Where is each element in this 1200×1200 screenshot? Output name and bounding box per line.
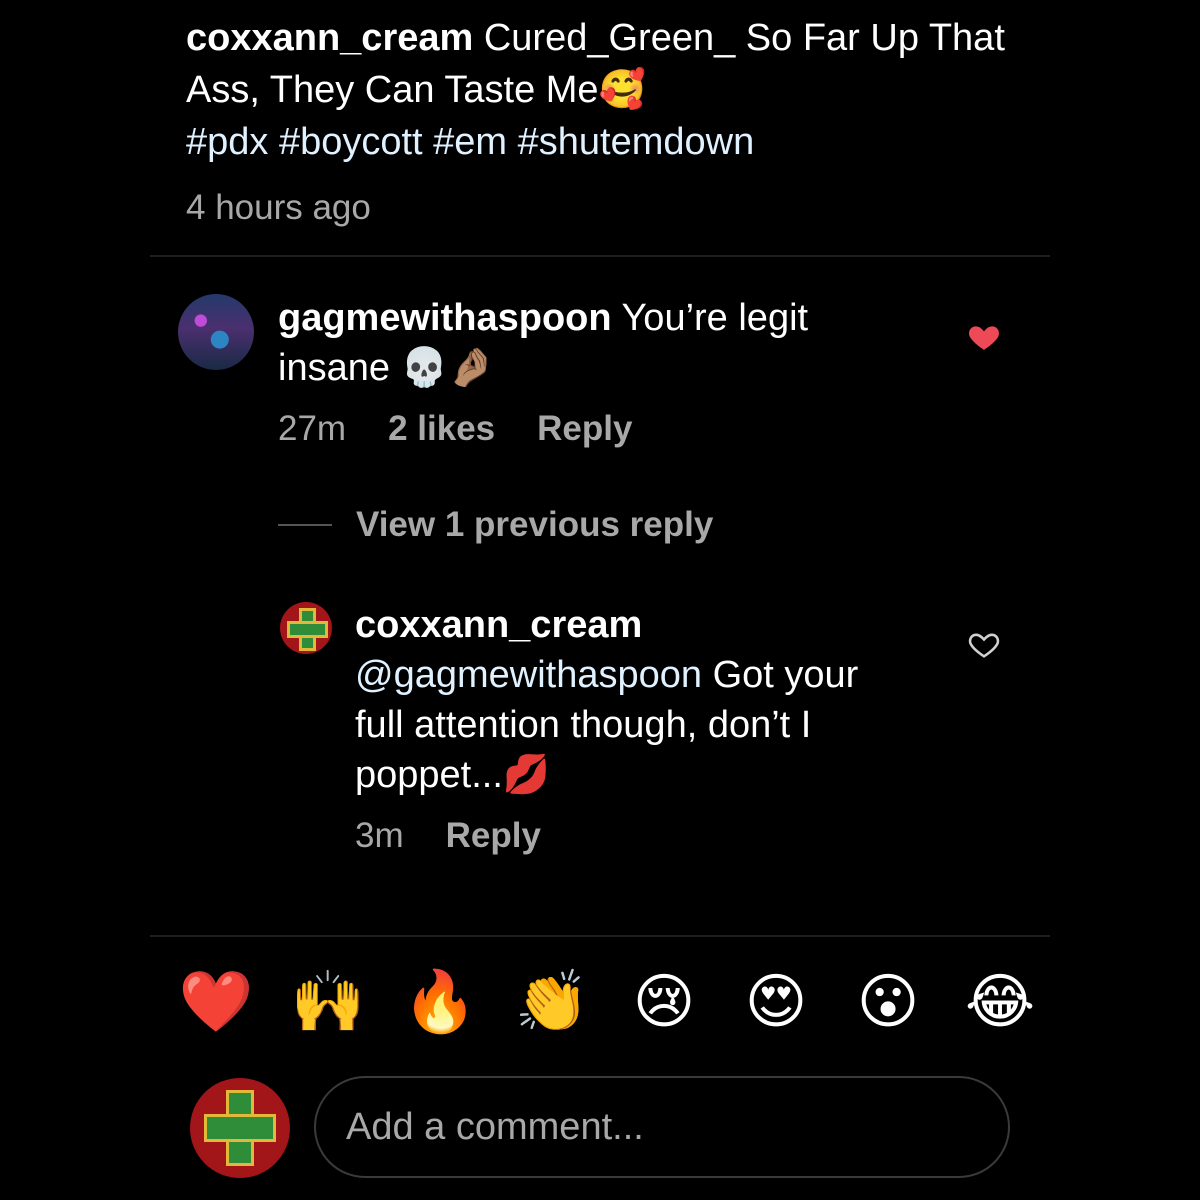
view-previous-replies[interactable]: View 1 previous reply	[278, 505, 713, 545]
heart-outline-icon[interactable]	[967, 628, 1001, 662]
laughing-emoji-button[interactable]: 😂	[962, 964, 1038, 1040]
comment-username[interactable]: gagmewithaspoon	[278, 297, 612, 339]
comments-screen: coxxann_cream Cured_Green_ So Far Up Tha…	[0, 0, 1200, 1200]
comment: gagmewithaspoon You’re legit insane 💀🤌🏽 …	[278, 293, 918, 449]
comment-time: 27m	[278, 409, 347, 448]
caption-username[interactable]: coxxann_cream	[186, 17, 473, 59]
comment-input[interactable]: Add a comment...	[314, 1076, 1010, 1178]
caption-hashtags[interactable]: #pdx #boycott #em #shutemdown	[186, 121, 754, 163]
post-caption: coxxann_cream Cured_Green_ So Far Up Tha…	[186, 12, 1066, 234]
caption-emoji: 🥰	[598, 69, 646, 111]
heart-filled-icon[interactable]	[967, 320, 1001, 354]
comment-input-placeholder: Add a comment...	[346, 1105, 644, 1148]
emoji-reaction-bar: ❤️ 🙌 🔥 👏 😢 😍 😮 😂	[178, 964, 1038, 1040]
comment-body: gagmewithaspoon You’re legit insane 💀🤌🏽	[278, 293, 918, 393]
caption-timestamp: 4 hours ago	[186, 188, 371, 227]
reply-mention[interactable]: @gagmewithaspoon	[355, 654, 702, 696]
avatar-image	[190, 1078, 290, 1178]
raised-hands-emoji-button[interactable]: 🙌	[290, 964, 366, 1040]
reply-time: 3m	[355, 816, 404, 855]
reply-comment: coxxann_cream @gagmewithaspoon Got your …	[355, 600, 915, 856]
clap-emoji-button[interactable]: 👏	[514, 964, 590, 1040]
heart-eyes-emoji-button[interactable]: 😍	[738, 964, 814, 1040]
divider	[150, 935, 1050, 937]
replies-line	[278, 524, 332, 526]
reply-username[interactable]: coxxann_cream	[355, 604, 642, 646]
fire-emoji-button[interactable]: 🔥	[402, 964, 478, 1040]
avatar-image	[178, 294, 254, 370]
avatar[interactable]	[280, 602, 332, 654]
user-avatar[interactable]	[190, 1078, 290, 1178]
heart-emoji-button[interactable]: ❤️	[178, 964, 254, 1040]
reply-meta: 3m Reply	[355, 816, 915, 856]
avatar-image	[280, 602, 332, 654]
comment-emoji: 💀🤌🏽	[400, 347, 496, 389]
comment-meta: 27m 2 likes Reply	[278, 409, 918, 449]
view-replies-label: View 1 previous reply	[356, 505, 714, 544]
avatar[interactable]	[178, 294, 254, 370]
crying-emoji-button[interactable]: 😢	[626, 964, 702, 1040]
reply-body: coxxann_cream @gagmewithaspoon Got your …	[355, 600, 915, 800]
reply-emoji: 💋	[502, 754, 551, 796]
reply-button[interactable]: Reply	[446, 816, 541, 856]
surprised-emoji-button[interactable]: 😮	[850, 964, 926, 1040]
reply-button[interactable]: Reply	[537, 409, 632, 449]
divider	[150, 255, 1050, 257]
likes-count[interactable]: 2 likes	[388, 409, 495, 449]
